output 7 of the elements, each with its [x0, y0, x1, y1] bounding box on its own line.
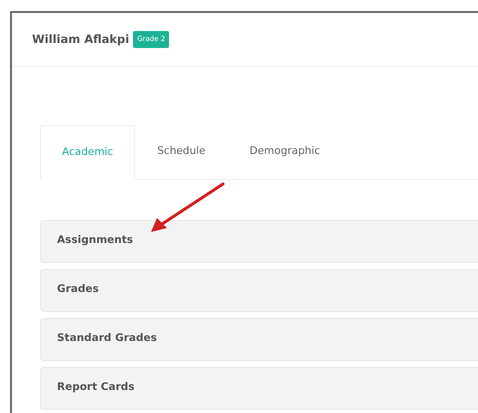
accordion-header[interactable]: Assignments	[40, 220, 478, 263]
accordion-header[interactable]: Standard Grades	[40, 318, 478, 361]
student-name: William Aflakpi	[32, 30, 130, 48]
accordion-header[interactable]: Report Cards	[40, 366, 478, 410]
accordion-header[interactable]: Grades	[40, 268, 478, 312]
tab[interactable]: Demographic	[228, 125, 342, 179]
tab[interactable]: Schedule	[135, 125, 228, 179]
